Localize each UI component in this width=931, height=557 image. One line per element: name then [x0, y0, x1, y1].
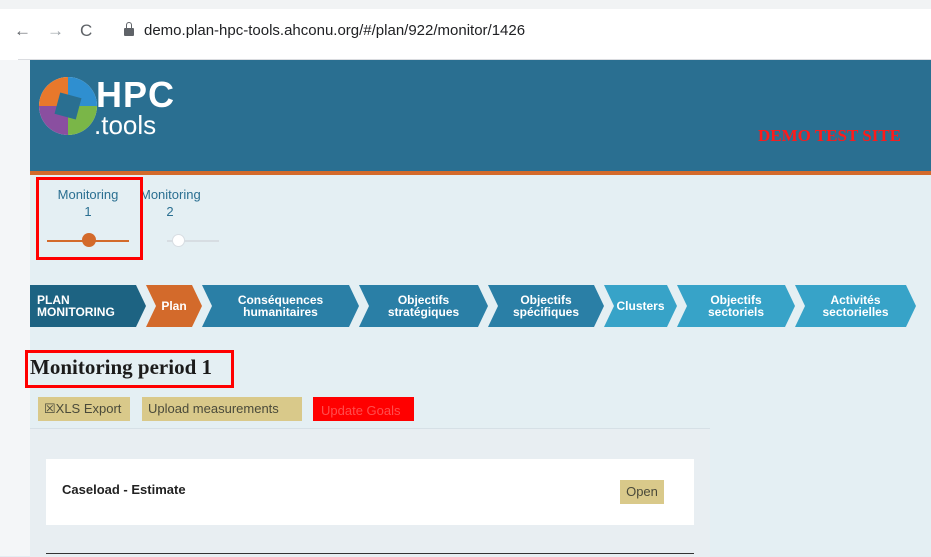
breadcrumb-clusters[interactable]: Clusters [604, 285, 677, 327]
breadcrumb-objectifs-specifiques[interactable]: Objectifs spécifiques [488, 285, 604, 327]
hpc-logo-icon[interactable] [37, 75, 99, 137]
forward-arrow-icon[interactable]: → [47, 21, 64, 41]
demo-site-banner: DEMO TEST SITE [758, 126, 901, 145]
caseload-card: Caseload - Estimate Open [46, 459, 694, 525]
step-number: 2 [166, 204, 174, 219]
card-title: Caseload - Estimate [62, 482, 186, 497]
breadcrumb-plan-monitoring[interactable]: PLAN MONITORING [30, 285, 146, 327]
breadcrumb-objectifs-sectoriels[interactable]: Objectifs sectoriels [677, 285, 795, 327]
xls-export-button[interactable]: ☒XLS Export [38, 397, 130, 421]
back-arrow-icon[interactable]: ← [14, 21, 31, 41]
step-label: Monitoring [140, 187, 201, 202]
monitoring-panel: Caseload - Estimate Open [30, 428, 710, 557]
panel-divider [46, 553, 694, 554]
page-margin [0, 60, 30, 556]
app-page: HPC .tools DEMO TEST SITE Monitoring 1 M… [25, 60, 931, 557]
breadcrumb-consequences[interactable]: Conséquences humanitaires [202, 285, 359, 327]
upload-measurements-button[interactable]: Upload measurements [142, 397, 302, 421]
step-monitoring-2[interactable]: Monitoring 2 [140, 186, 201, 220]
update-goals-button[interactable]: Update Goals [313, 397, 414, 421]
step2-inactive-dot[interactable] [172, 234, 185, 247]
address-bar[interactable]: demo.plan-hpc-tools.ahconu.org/#/plan/92… [144, 22, 525, 39]
lock-icon[interactable] [124, 22, 134, 36]
breadcrumb-plan[interactable]: Plan [146, 285, 202, 327]
highlight-box-title [25, 350, 234, 388]
breadcrumb: PLAN MONITORING Plan Conséquences humanita… [30, 285, 931, 327]
highlight-box-step1 [36, 177, 143, 260]
logo-text-tools: .tools [94, 110, 157, 140]
reload-icon[interactable]: C [80, 21, 92, 41]
app-header: HPC .tools DEMO TEST SITE [30, 60, 931, 175]
breadcrumb-objectifs-strategiques[interactable]: Objectifs stratégiques [359, 285, 488, 327]
breadcrumb-activites-sectorielles[interactable]: Activités sectorielles [795, 285, 916, 327]
browser-toolbar: ← → C demo.plan-hpc-tools.ahconu.org/#/p… [0, 0, 931, 60]
open-button[interactable]: Open [620, 480, 664, 504]
